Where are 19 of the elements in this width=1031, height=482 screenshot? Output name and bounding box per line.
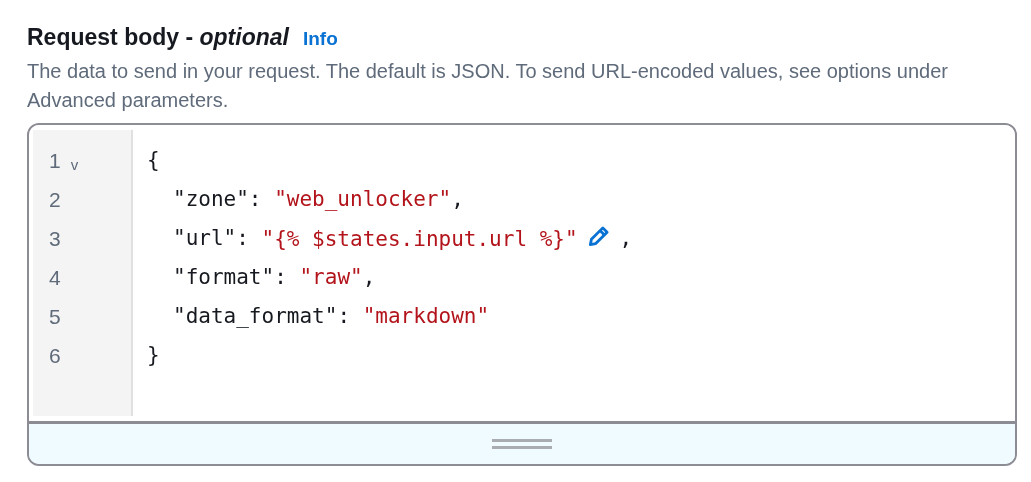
drag-handle-icon[interactable]	[492, 437, 552, 450]
section-title: Request body - optional	[27, 23, 289, 52]
line-number: 5	[49, 304, 61, 331]
code-line: "data_format": "markdown"	[172, 303, 491, 331]
code-line: }	[147, 342, 161, 370]
line-number: 2	[49, 187, 61, 214]
line-number: 3	[49, 226, 61, 253]
code-line: "format": "raw",	[172, 264, 377, 292]
fold-toggle[interactable]: v	[70, 153, 79, 177]
code-editor[interactable]: 1 v 2 3 4 5 6 { "zone": "web_unlocker", "url": "{% $states.input.url %}" , "format": "raw", "data_format": "markdown" }	[27, 122, 1017, 466]
code-line: "url": "{% $states.input.url %}" ,	[147, 219, 633, 259]
line-number: 4	[49, 265, 61, 292]
code-line: {	[147, 147, 161, 175]
resize-bar[interactable]	[29, 420, 1015, 464]
line-number: 6	[49, 343, 61, 370]
description: The data to send in your request. The default is JSON. To send URL-encoded values, see options under Advanced parameters.	[27, 58, 949, 113]
line-number: 1	[49, 148, 61, 175]
code-line: "zone": "web_unlocker",	[172, 186, 465, 214]
info-link[interactable]: Info	[302, 25, 338, 54]
